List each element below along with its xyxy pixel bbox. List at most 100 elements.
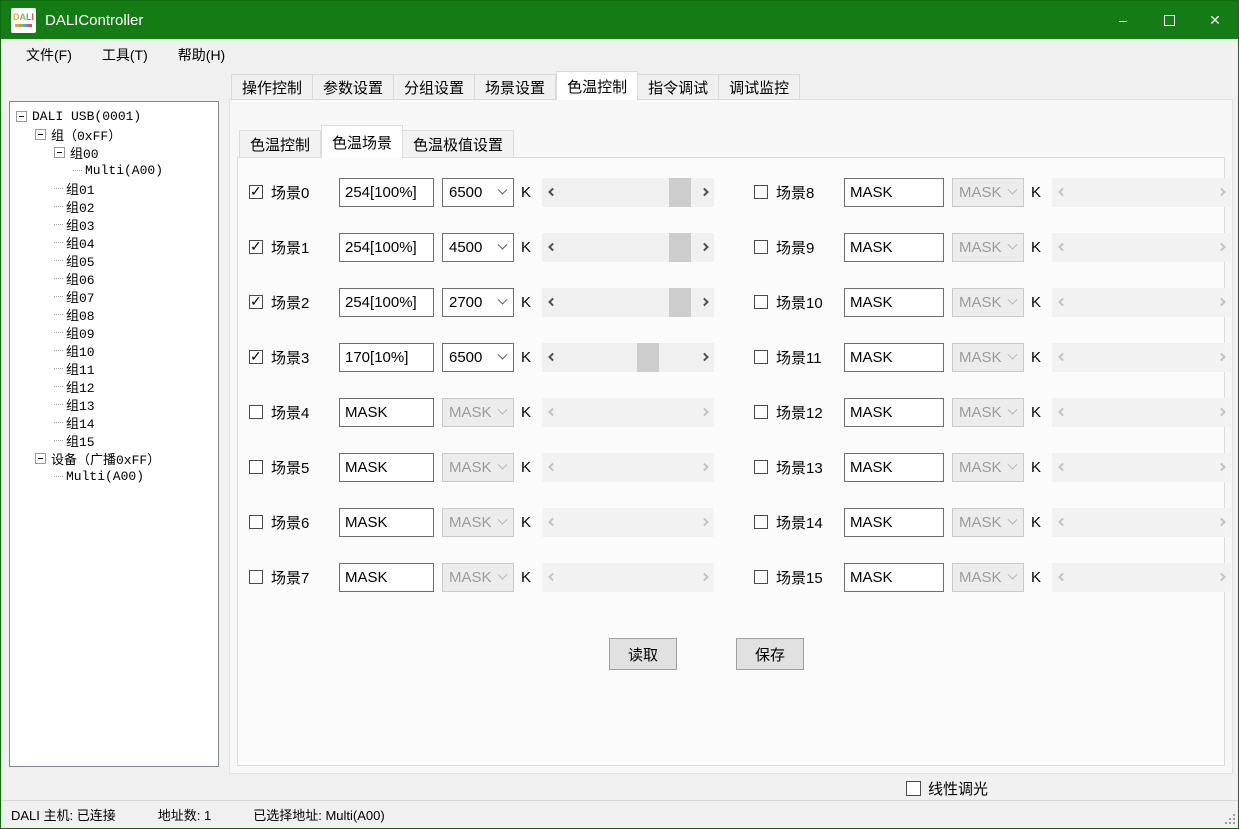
- scene-checkbox-group[interactable]: 场景15: [754, 567, 844, 588]
- scene-level-input[interactable]: [339, 288, 434, 317]
- scene-checkbox[interactable]: [754, 185, 768, 199]
- scene-level-input[interactable]: [339, 508, 434, 537]
- scene-level-input[interactable]: [339, 178, 434, 207]
- color-temp-select[interactable]: MASK: [952, 343, 1024, 372]
- scene-level-input[interactable]: [844, 288, 944, 317]
- scroll-right-icon[interactable]: [697, 178, 714, 207]
- scroll-left-icon[interactable]: [542, 288, 559, 317]
- scene-checkbox[interactable]: [754, 350, 768, 364]
- scene-level-input[interactable]: [339, 343, 434, 372]
- tab-4[interactable]: 色温控制: [556, 71, 638, 100]
- read-button[interactable]: 读取: [609, 638, 677, 670]
- scroll-right-icon[interactable]: [697, 343, 714, 372]
- collapse-icon[interactable]: [16, 111, 27, 122]
- scene-checkbox-group[interactable]: 场景8: [754, 182, 844, 203]
- scrollbar-thumb[interactable]: [669, 288, 691, 317]
- tab-5[interactable]: 指令调试: [638, 74, 719, 100]
- minimize-button[interactable]: –: [1100, 1, 1146, 39]
- color-temp-scrollbar[interactable]: [542, 233, 714, 262]
- tree-item[interactable]: 组05: [10, 251, 218, 269]
- scene-level-input[interactable]: [844, 563, 944, 592]
- scene-checkbox-group[interactable]: 场景7: [249, 567, 339, 588]
- resize-grip[interactable]: [1223, 812, 1235, 824]
- save-button[interactable]: 保存: [736, 638, 804, 670]
- scene-level-input[interactable]: [844, 398, 944, 427]
- scroll-right-icon[interactable]: [697, 233, 714, 262]
- scene-checkbox-group[interactable]: 场景13: [754, 457, 844, 478]
- color-temp-select[interactable]: MASK: [952, 288, 1024, 317]
- tab-3[interactable]: 场景设置: [475, 74, 556, 100]
- scroll-left-icon[interactable]: [542, 233, 559, 262]
- tree-item[interactable]: 组15: [10, 431, 218, 449]
- color-temp-scrollbar[interactable]: [542, 343, 714, 372]
- scene-checkbox[interactable]: [249, 515, 263, 529]
- scene-checkbox-group[interactable]: 场景5: [249, 457, 339, 478]
- color-temp-select[interactable]: 2700: [442, 288, 514, 317]
- tab-1[interactable]: 参数设置: [313, 74, 394, 100]
- tab-6[interactable]: 调试监控: [719, 74, 800, 100]
- menu-item-2[interactable]: 帮助(H): [163, 39, 240, 71]
- color-temp-select[interactable]: 6500: [442, 178, 514, 207]
- linear-dimming-checkbox[interactable]: [906, 781, 921, 796]
- color-temp-select[interactable]: MASK: [952, 178, 1024, 207]
- tree-item[interactable]: 组14: [10, 413, 218, 431]
- scene-checkbox[interactable]: [249, 185, 263, 199]
- tree-item[interactable]: 组00: [10, 143, 218, 161]
- subtab-2[interactable]: 色温极值设置: [403, 130, 514, 158]
- tree-item[interactable]: 组12: [10, 377, 218, 395]
- tree-item[interactable]: 组06: [10, 269, 218, 287]
- scene-level-input[interactable]: [844, 343, 944, 372]
- scroll-left-icon[interactable]: [542, 343, 559, 372]
- maximize-button[interactable]: [1146, 1, 1192, 39]
- color-temp-select[interactable]: MASK: [952, 508, 1024, 537]
- color-temp-select[interactable]: MASK: [952, 453, 1024, 482]
- scene-checkbox-group[interactable]: 场景4: [249, 402, 339, 423]
- scene-checkbox[interactable]: [754, 405, 768, 419]
- scene-checkbox-group[interactable]: 场景3: [249, 347, 339, 368]
- scrollbar-thumb[interactable]: [669, 178, 691, 207]
- scene-level-input[interactable]: [844, 178, 944, 207]
- linear-dimming-option[interactable]: 线性调光: [906, 778, 988, 799]
- subtab-1[interactable]: 色温场景: [321, 125, 403, 158]
- menu-item-1[interactable]: 工具(T): [87, 39, 163, 71]
- tree-item[interactable]: Multi(A00): [10, 467, 218, 485]
- scene-level-input[interactable]: [339, 233, 434, 262]
- scene-checkbox[interactable]: [249, 460, 263, 474]
- scene-checkbox[interactable]: [249, 240, 263, 254]
- color-temp-select[interactable]: MASK: [442, 508, 514, 537]
- scrollbar-thumb[interactable]: [669, 233, 691, 262]
- scene-level-input[interactable]: [844, 233, 944, 262]
- scene-checkbox-group[interactable]: 场景2: [249, 292, 339, 313]
- color-temp-select[interactable]: MASK: [442, 563, 514, 592]
- tree-item[interactable]: 组07: [10, 287, 218, 305]
- tree-item[interactable]: 设备（广播0xFF）: [10, 449, 218, 467]
- tab-2[interactable]: 分组设置: [394, 74, 475, 100]
- device-tree[interactable]: DALI USB(0001)组（0xFF）组00Multi(A00)组01组02…: [9, 101, 219, 767]
- color-temp-select[interactable]: 4500: [442, 233, 514, 262]
- tree-item[interactable]: 组01: [10, 179, 218, 197]
- tree-item[interactable]: 组08: [10, 305, 218, 323]
- collapse-icon[interactable]: [54, 147, 65, 158]
- color-temp-select[interactable]: MASK: [442, 398, 514, 427]
- tree-item[interactable]: Multi(A00): [10, 161, 218, 179]
- menu-item-0[interactable]: 文件(F): [11, 39, 87, 71]
- scene-checkbox-group[interactable]: 场景11: [754, 347, 844, 368]
- color-temp-select[interactable]: 6500: [442, 343, 514, 372]
- scene-checkbox-group[interactable]: 场景14: [754, 512, 844, 533]
- scene-checkbox[interactable]: [754, 240, 768, 254]
- scene-checkbox[interactable]: [249, 405, 263, 419]
- tree-item[interactable]: 组（0xFF）: [10, 125, 218, 143]
- scene-level-input[interactable]: [339, 563, 434, 592]
- scene-level-input[interactable]: [339, 398, 434, 427]
- tab-0[interactable]: 操作控制: [231, 74, 313, 100]
- scene-checkbox-group[interactable]: 场景6: [249, 512, 339, 533]
- scrollbar-track[interactable]: [559, 288, 697, 317]
- scroll-right-icon[interactable]: [697, 288, 714, 317]
- color-temp-select[interactable]: MASK: [952, 233, 1024, 262]
- tree-item[interactable]: 组02: [10, 197, 218, 215]
- color-temp-select[interactable]: MASK: [952, 398, 1024, 427]
- scene-checkbox-group[interactable]: 场景0: [249, 182, 339, 203]
- tree-item[interactable]: 组09: [10, 323, 218, 341]
- scrollbar-thumb[interactable]: [637, 343, 659, 372]
- color-temp-scrollbar[interactable]: [542, 178, 714, 207]
